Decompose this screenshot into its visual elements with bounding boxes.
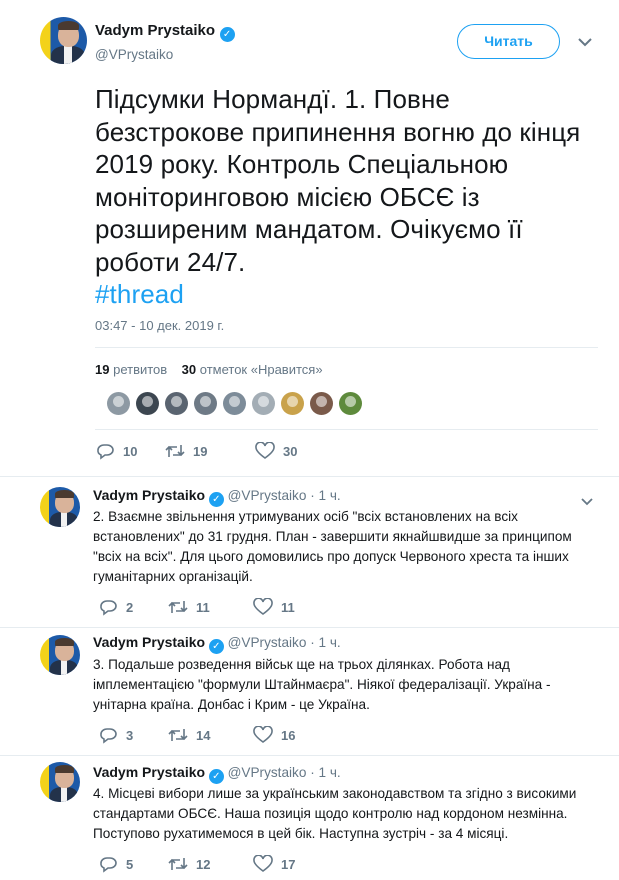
author-avatar[interactable]: [40, 17, 87, 64]
verified-icon: ✓: [208, 769, 224, 784]
reply-button[interactable]: 5: [98, 855, 168, 873]
reply-header: Vadym Prystaiko ✓ @VPrystaiko · 1 ч.: [93, 487, 341, 507]
like-icon: [253, 598, 273, 615]
retweet-icon: [168, 858, 188, 870]
liker-avatar[interactable]: [165, 392, 188, 415]
retweet-icon: [165, 445, 185, 457]
engagement-stats: 19 ретвитов 30 отметок «Нравится»: [95, 362, 323, 377]
tweet-body: Підсумки Нормандї. 1. Повне безстрокове …: [95, 84, 581, 277]
reply-author-name[interactable]: Vadym Prystaiko: [93, 634, 205, 650]
retweet-button[interactable]: 19: [165, 442, 255, 460]
reply-icon: [97, 444, 114, 460]
retweet-icon: [168, 729, 188, 741]
retweet-button[interactable]: 11: [168, 598, 253, 616]
like-button[interactable]: 11: [253, 598, 323, 616]
retweet-icon: [168, 601, 188, 613]
reply-button[interactable]: 10: [95, 442, 165, 460]
liker-avatar[interactable]: [339, 392, 362, 415]
reply-avatar[interactable]: [40, 762, 80, 802]
reply-author-name[interactable]: Vadym Prystaiko: [93, 764, 205, 780]
reply-text: 2. Взаємне звільнення утримуваних осіб "…: [93, 509, 572, 584]
tweet-timestamp[interactable]: 03:47 - 10 дек. 2019 г.: [95, 318, 224, 333]
reply-time[interactable]: · 1 ч.: [310, 635, 341, 650]
reply-icon: [100, 728, 117, 744]
liker-avatar[interactable]: [310, 392, 333, 415]
retweets-stat[interactable]: 19 ретвитов: [95, 362, 167, 377]
liker-avatar[interactable]: [223, 392, 246, 415]
like-icon: [255, 442, 275, 459]
tweet-text: Підсумки Нормандї. 1. Повне безстрокове …: [95, 83, 605, 311]
reply-text: 4. Місцеві вибори лише за українським за…: [93, 786, 577, 841]
retweet-button[interactable]: 14: [168, 726, 253, 744]
divider: [0, 476, 619, 477]
reply-text: 3. Подальше розведення військ ще на трьо…: [93, 657, 551, 712]
reply-icon: [100, 857, 117, 873]
verified-icon: ✓: [219, 27, 235, 42]
liker-avatar[interactable]: [281, 392, 304, 415]
reply-button[interactable]: 3: [98, 726, 168, 744]
liker-avatar[interactable]: [107, 392, 130, 415]
like-button[interactable]: 30: [255, 442, 325, 460]
divider: [95, 347, 598, 348]
reply-avatar[interactable]: [40, 487, 80, 527]
reply-author-name[interactable]: Vadym Prystaiko: [93, 487, 205, 503]
like-icon: [253, 855, 273, 872]
author-name[interactable]: Vadym Prystaiko: [95, 22, 215, 39]
retweet-button[interactable]: 12: [168, 855, 253, 873]
follow-button[interactable]: Читать: [457, 24, 560, 59]
reply-avatar[interactable]: [40, 635, 80, 675]
tweet-actions: 10 19 30: [95, 442, 325, 460]
author-name-row[interactable]: Vadym Prystaiko ✓: [95, 22, 235, 42]
reply-handle[interactable]: @VPrystaiko: [228, 765, 307, 780]
like-button[interactable]: 17: [253, 855, 323, 873]
verified-icon: ✓: [208, 639, 224, 654]
like-button[interactable]: 16: [253, 726, 323, 744]
hashtag-link[interactable]: #thread: [95, 279, 184, 309]
likes-stat[interactable]: 30 отметок «Нравится»: [182, 362, 323, 377]
author-handle[interactable]: @VPrystaiko: [95, 47, 173, 62]
liker-avatar[interactable]: [194, 392, 217, 415]
divider: [0, 627, 619, 628]
verified-icon: ✓: [208, 492, 224, 507]
chevron-down-icon[interactable]: [578, 34, 592, 50]
reply-icon: [100, 600, 117, 616]
reply-actions: 2 11 11: [98, 598, 323, 616]
reply-handle[interactable]: @VPrystaiko: [228, 635, 307, 650]
reply-time[interactable]: · 1 ч.: [310, 765, 341, 780]
reply-actions: 3 14 16: [98, 726, 323, 744]
reply-time[interactable]: · 1 ч.: [310, 488, 341, 503]
like-icon: [253, 726, 273, 743]
divider: [0, 755, 619, 756]
reply-button[interactable]: 2: [98, 598, 168, 616]
divider: [95, 429, 598, 430]
reply-header: Vadym Prystaiko ✓ @VPrystaiko · 1 ч.: [93, 634, 341, 654]
liker-avatar[interactable]: [136, 392, 159, 415]
reply-actions: 5 12 17: [98, 855, 323, 873]
liker-avatar[interactable]: [252, 392, 275, 415]
reply-header: Vadym Prystaiko ✓ @VPrystaiko · 1 ч.: [93, 764, 341, 784]
reply-handle[interactable]: @VPrystaiko: [228, 488, 307, 503]
